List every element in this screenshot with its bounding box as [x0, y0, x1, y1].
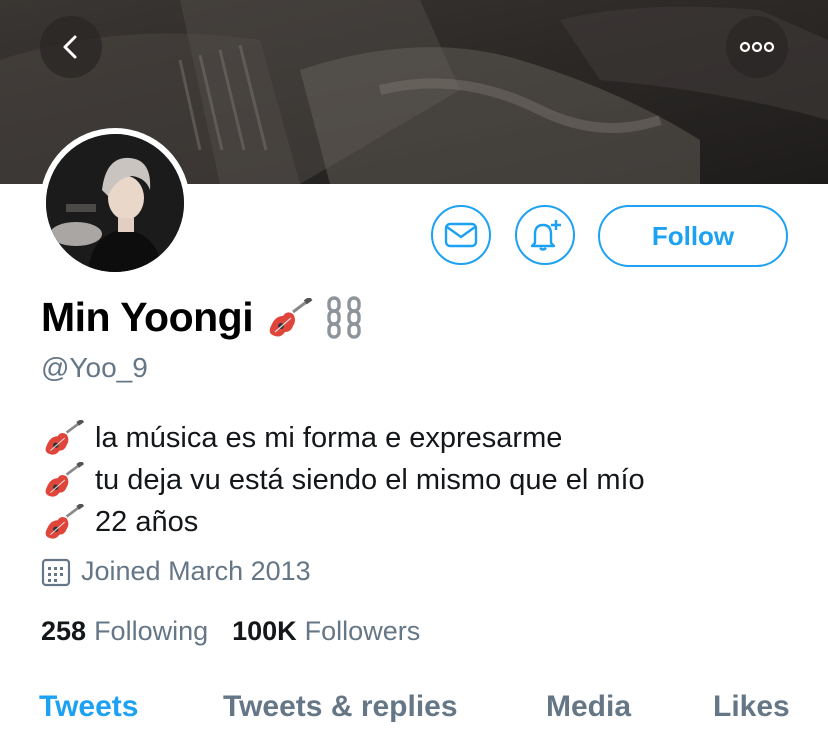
follow-stats: 258 Following 100K Followers: [41, 616, 420, 647]
bell-plus-icon: [530, 220, 561, 251]
followers-count: 100K: [232, 616, 297, 646]
chevron-left-icon: [63, 35, 77, 59]
calendar-icon: [41, 558, 71, 586]
bio-text: la música es mi forma e expresarme: [95, 421, 563, 454]
joined-date: Joined March 2013: [41, 556, 311, 587]
following-stat[interactable]: 258 Following: [41, 616, 208, 647]
tab-media[interactable]: Media: [546, 690, 631, 724]
back-button[interactable]: [40, 16, 102, 78]
profile-tabs: Tweets Tweets & replies Media Likes: [0, 684, 828, 738]
profile-bio: la música es mi forma e expresarme tu de…: [41, 417, 645, 543]
more-dots-icon: [739, 41, 775, 53]
chains-emoji-icon: [325, 295, 365, 340]
followers-label: Followers: [304, 616, 421, 646]
display-name: Min Yoongi: [41, 294, 254, 340]
following-label: Following: [94, 616, 209, 646]
following-count: 258: [41, 616, 87, 646]
bio-text: 22 años: [95, 505, 199, 538]
tab-likes[interactable]: Likes: [713, 690, 790, 724]
avatar-image: [46, 134, 184, 272]
tab-tweets-and-replies[interactable]: Tweets & replies: [223, 690, 458, 724]
follow-button[interactable]: Follow: [598, 205, 788, 267]
bio-line: la música es mi forma e expresarme: [41, 417, 645, 459]
bio-line: tu deja vu está siendo el mismo que el m…: [41, 459, 645, 501]
mail-icon: [444, 222, 478, 248]
tab-tweets[interactable]: Tweets: [39, 690, 138, 724]
guitar-emoji-icon: [45, 420, 85, 455]
bio-line: 22 años: [41, 501, 645, 543]
followers-stat[interactable]: 100K Followers: [232, 616, 420, 647]
username-handle: @Yoo_9: [41, 352, 148, 383]
guitar-emoji-icon: [45, 504, 85, 539]
profile-name-row: Min Yoongi: [41, 294, 365, 341]
guitar-emoji-icon: [45, 462, 85, 497]
avatar[interactable]: [40, 128, 190, 278]
profile-page: Follow Min Yoongi @Yoo_9 la música es mi…: [0, 0, 828, 738]
bio-text: tu deja vu está siendo el mismo que el m…: [95, 463, 645, 496]
more-options-button[interactable]: [726, 16, 788, 78]
notifications-button[interactable]: [515, 205, 575, 265]
joined-text: Joined March 2013: [81, 556, 311, 586]
message-button[interactable]: [431, 205, 491, 265]
guitar-emoji-icon: [265, 297, 313, 338]
